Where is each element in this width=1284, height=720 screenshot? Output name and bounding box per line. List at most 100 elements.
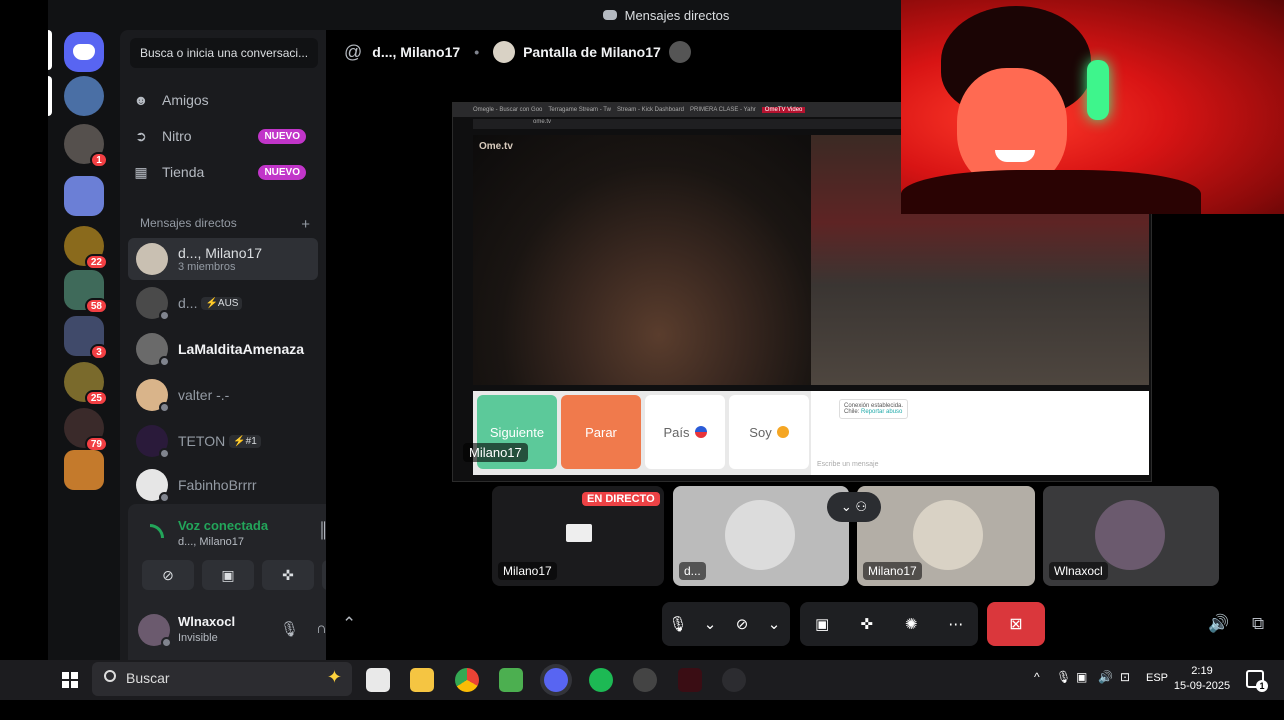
streamer-webcam <box>901 0 1284 214</box>
camera-icon[interactable]: ▣ <box>1076 670 1087 684</box>
share-screen-button[interactable]: ▣ <box>202 560 254 590</box>
participant-tile[interactable]: EN DIRECTO Milano17 <box>492 486 664 586</box>
activity-button[interactable]: ✜ <box>262 560 314 590</box>
notifications-icon[interactable]: 1 <box>1246 670 1268 692</box>
camera-off-icon[interactable]: ⊘ <box>726 615 758 633</box>
server-icon[interactable] <box>64 76 104 116</box>
avatar <box>136 379 170 413</box>
microphone-icon[interactable]: 🎙 <box>1056 670 1071 684</box>
dm-name: FabinhoBrrrr <box>178 477 257 493</box>
nav-nitro[interactable]: ➲ Nitro NUEVO <box>132 120 318 152</box>
server-icon[interactable]: 25 <box>64 362 108 406</box>
microphone-icon[interactable]: 🎙 <box>280 620 299 638</box>
separator: • <box>474 44 480 60</box>
participant-tile[interactable]: Milano17 <box>857 486 1035 586</box>
signal-icon[interactable] <box>150 524 164 538</box>
soundboard-icon[interactable]: ✺ <box>895 615 927 633</box>
avatar <box>136 243 168 275</box>
spotify-icon[interactable] <box>589 668 613 692</box>
screen-share-icon[interactable]: ▣ <box>806 615 838 633</box>
status-dot <box>159 356 170 367</box>
dm-item[interactable]: TETON ⚡#1 <box>128 420 318 462</box>
add-dm-icon[interactable]: + <box>301 216 310 233</box>
user-name[interactable]: Wlnaxocl <box>178 614 235 629</box>
chrome-icon[interactable] <box>455 668 479 692</box>
server-icon[interactable]: 58 <box>64 270 108 314</box>
network-icon[interactable]: ⊡ <box>1120 670 1130 684</box>
windows-taskbar: Buscar ✦ ^ 🎙 ▣ 🔊 ⊡ ESP 2:19 15-09-2025 1 <box>0 660 1284 700</box>
leave-call-button[interactable]: ⊠ <box>987 602 1045 646</box>
clock[interactable]: 2:19 15-09-2025 <box>1172 664 1232 694</box>
new-badge: NUEVO <box>258 128 306 144</box>
voice-status[interactable]: Voz conectada <box>178 518 268 533</box>
app-icon[interactable] <box>722 668 746 692</box>
nav-friends[interactable]: ☻ Amigos <box>132 84 318 116</box>
chevron-up-icon[interactable]: ⌃ <box>342 614 356 634</box>
chat-country: Chile: <box>844 409 860 415</box>
discord-icon <box>602 10 617 20</box>
country-button: País <box>645 395 725 469</box>
friends-icon: ☻ <box>133 92 149 108</box>
home-button[interactable] <box>64 32 104 72</box>
microphone-icon[interactable]: 🎙 <box>662 615 694 633</box>
server-icon[interactable] <box>64 450 104 490</box>
speaker-icon[interactable]: 🔊 <box>1098 670 1113 684</box>
voice-channel[interactable]: d..., Milano17 <box>178 536 244 548</box>
camera-button[interactable]: ⊘ <box>142 560 194 590</box>
viewers-avatar <box>668 41 691 63</box>
gender-button: Soy <box>729 395 809 469</box>
taskbar-search[interactable]: Buscar ✦ <box>92 662 352 696</box>
participant-tile[interactable]: Wlnaxocl <box>1043 486 1219 586</box>
gamepad-icon[interactable]: ✜ <box>851 615 883 633</box>
browser-tab: Omegle - Buscar con Goo <box>473 107 543 113</box>
more-icon[interactable]: ⋯ <box>940 615 972 633</box>
server-icon[interactable]: 1 <box>64 124 108 168</box>
dm-item[interactable]: FabinhoBrrrr <box>128 464 318 506</box>
avatar[interactable] <box>138 614 172 648</box>
expand-participants-button[interactable]: ⌄ ⚇ <box>827 492 881 522</box>
volume-icon[interactable]: 🔊 <box>1208 614 1229 634</box>
minecraft-icon[interactable] <box>499 668 523 692</box>
stream-title: Pantalla de Milano17 <box>523 44 661 60</box>
windows-start-icon[interactable] <box>62 672 78 688</box>
dm-sidebar: Busca o inicia una conversaci... ☻ Amigo… <box>120 30 390 660</box>
file-explorer-icon[interactable] <box>410 668 434 692</box>
user-tag: ⚡#1 <box>229 434 261 448</box>
status-dot <box>159 448 170 459</box>
participant-tile[interactable]: d... <box>673 486 849 586</box>
user-tag: ⚡AUS <box>201 296 243 310</box>
mention-badge: 25 <box>84 390 108 406</box>
nav-label: Tienda <box>162 164 205 180</box>
status-dot <box>159 492 170 503</box>
dm-item[interactable]: valter -.- <box>128 374 318 416</box>
chevron-down-icon[interactable]: ⌄ <box>758 615 790 633</box>
status-dot <box>161 637 172 648</box>
search-icon <box>104 670 116 682</box>
avatar <box>1095 500 1165 570</box>
server-icon[interactable]: 79 <box>64 408 108 452</box>
server-icon[interactable]: 3 <box>64 316 108 360</box>
search-input[interactable]: Busca o inicia una conversaci... <box>130 38 318 68</box>
server-icon[interactable]: 22 <box>64 226 108 270</box>
tile-label: Milano17 <box>498 562 557 580</box>
monitor-icon <box>566 524 592 542</box>
mention-badge: 58 <box>84 298 108 314</box>
obs-icon[interactable] <box>633 668 657 692</box>
dm-item[interactable]: LaMalditaAmenaza <box>128 328 318 370</box>
nav-shop[interactable]: ▦ Tienda NUEVO <box>132 156 318 188</box>
server-icon[interactable] <box>64 176 104 216</box>
valorant-icon[interactable] <box>678 668 702 692</box>
discord-taskbar-icon[interactable] <box>544 668 568 692</box>
dm-item[interactable]: d... ⚡AUS <box>128 282 318 324</box>
store-icon[interactable] <box>366 668 390 692</box>
channel-name: d..., Milano17 <box>372 44 461 60</box>
popout-icon[interactable]: ⧉ <box>1252 614 1264 634</box>
mention-badge: 1 <box>90 152 108 168</box>
live-badge: EN DIRECTO <box>582 492 660 506</box>
dm-item[interactable]: d..., Milano17 3 miembros <box>128 238 318 280</box>
at-icon: @ <box>344 41 363 62</box>
browser-tab: OmeTV Video <box>761 107 806 113</box>
language-indicator[interactable]: ESP <box>1146 672 1168 684</box>
chevron-up-icon[interactable]: ^ <box>1034 670 1040 684</box>
chevron-down-icon[interactable]: ⌄ <box>694 615 726 633</box>
